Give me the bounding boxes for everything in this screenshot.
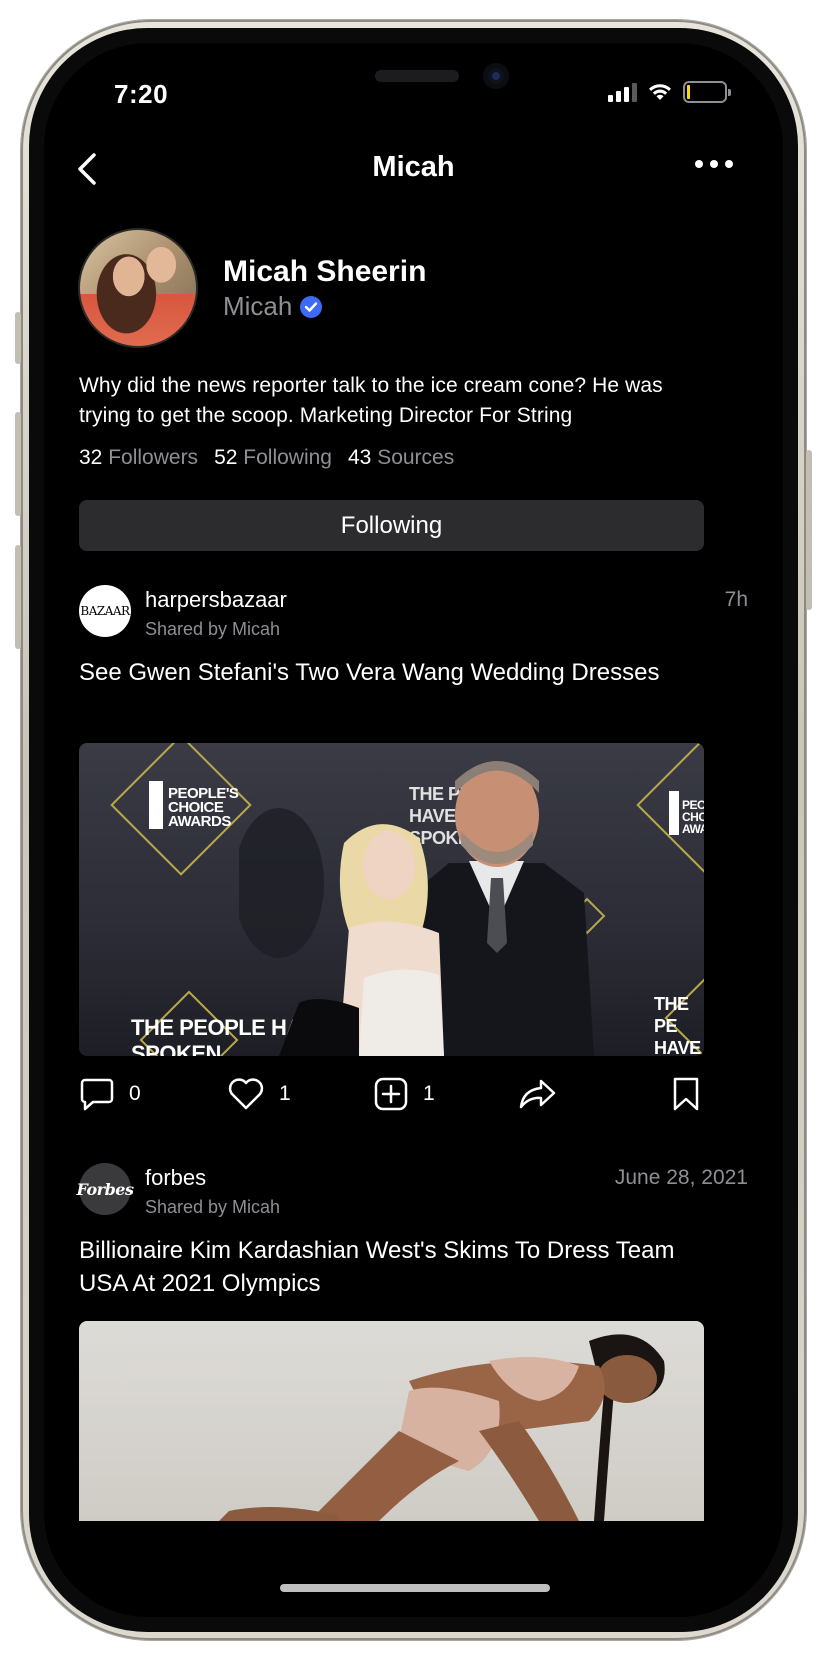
followers-count: 32: [79, 446, 103, 469]
post-timestamp: 7h: [724, 588, 748, 611]
like-action[interactable]: 1: [227, 1076, 291, 1112]
athlete-photo: [219, 1334, 665, 1521]
mute-switch: [15, 312, 21, 364]
volume-up-button: [15, 412, 21, 516]
bookmark-action[interactable]: [671, 1076, 701, 1112]
profile-name: Micah Sheerin: [223, 255, 427, 288]
add-count: 1: [423, 1082, 435, 1105]
profile-bio: Why did the news reporter talk to the ic…: [79, 374, 663, 427]
earpiece-speaker: [375, 70, 459, 82]
bookmark-icon[interactable]: [671, 1076, 701, 1112]
comment-action[interactable]: 0: [79, 1076, 141, 1112]
cellular-signal-icon: [608, 82, 637, 102]
post-title[interactable]: Billionaire Kim Kardashian West's Skims …: [79, 1234, 689, 1300]
sources-count: 43: [347, 446, 372, 469]
post-source-header[interactable]: BAZAAR harpersbazaar Shared by Micah: [79, 585, 287, 640]
source-name: harpersbazaar: [145, 587, 287, 612]
avatar[interactable]: [78, 228, 198, 348]
comment-count: 0: [129, 1082, 141, 1105]
following-stat[interactable]: 52 Following: [214, 446, 332, 470]
source-name: forbes: [145, 1165, 207, 1190]
front-camera: [483, 63, 509, 89]
share-arrow-icon[interactable]: [517, 1076, 557, 1112]
award-e-mark: [149, 781, 163, 829]
profile-handle-row: Micah: [223, 291, 323, 322]
share-action[interactable]: [517, 1076, 557, 1112]
power-button: [806, 450, 812, 610]
followers-label: Followers: [108, 446, 199, 469]
source-logo: Forbes: [77, 1163, 134, 1215]
following-button[interactable]: Following: [79, 500, 704, 551]
source-logo: BAZAAR: [79, 585, 131, 637]
nav-title: Micah: [372, 151, 455, 183]
source-info: harpersbazaar Shared by Micah: [145, 585, 287, 640]
status-time: 7:20: [114, 79, 169, 109]
sources-label: Sources: [377, 446, 455, 469]
battery-icon: [683, 81, 731, 103]
award-logo-text: PEOPL CHOIC AWAR: [682, 799, 704, 835]
source-info: forbes Shared by Micah: [145, 1163, 280, 1218]
following-label: Following: [243, 446, 332, 469]
battery-level: [687, 85, 690, 99]
volume-down-button: [15, 545, 21, 649]
add-action[interactable]: 1: [373, 1076, 435, 1112]
verified-badge-icon: [300, 295, 323, 318]
wifi-icon: [649, 84, 671, 100]
award-e-mark: [669, 791, 679, 835]
post-image[interactable]: PEOPLE'S CHOICE AWARDS PEOPL CHOIC AWAR …: [79, 743, 704, 1056]
like-count: 1: [279, 1082, 291, 1105]
more-options-icon[interactable]: [695, 160, 733, 168]
shared-by-label: Shared by Micah: [145, 619, 281, 639]
award-logo-text: PEOPLE'S CHOICE AWARDS: [168, 785, 239, 830]
couple-photo: [239, 761, 594, 1056]
sources-stat[interactable]: 43 Sources: [348, 446, 454, 470]
heart-icon[interactable]: [227, 1076, 265, 1112]
post-actions: 0 1 1: [79, 1076, 704, 1116]
following-count: 52: [214, 446, 238, 469]
profile-handle: Micah: [223, 291, 293, 321]
post-image[interactable]: [79, 1321, 704, 1521]
banner-text: THE PE HAVE SP: [654, 994, 701, 1056]
profile-stats: 32 Followers 52 Following 43 Sources: [79, 446, 454, 470]
followers-stat[interactable]: 32 Followers: [79, 446, 198, 470]
app-screen: 7:20 Micah Micah Sheerin Micah Why did t…: [44, 43, 783, 1617]
post-title[interactable]: See Gwen Stefani's Two Vera Wang Wedding…: [79, 656, 689, 689]
home-indicator[interactable]: [280, 1584, 550, 1592]
comment-icon[interactable]: [79, 1076, 115, 1112]
post-timestamp: June 28, 2021: [614, 1166, 748, 1189]
status-indicators: [608, 81, 731, 103]
shared-by-label: Shared by Micah: [145, 1197, 281, 1217]
post-source-header[interactable]: Forbes forbes Shared by Micah: [77, 1163, 280, 1218]
add-square-icon[interactable]: [373, 1076, 409, 1112]
